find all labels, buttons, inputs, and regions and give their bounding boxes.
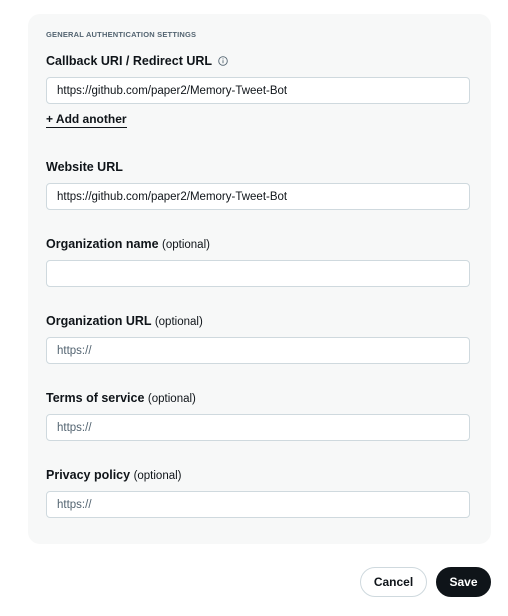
organization-name-input[interactable] [46,260,470,287]
callback-url-label-text: Callback URI / Redirect URL [46,54,213,68]
optional-tag: (optional) [147,393,196,405]
save-button[interactable]: Save [436,567,491,597]
cancel-button[interactable]: Cancel [360,567,427,597]
info-circle-icon[interactable] [218,55,228,66]
optional-tag: (optional) [162,239,210,251]
organization-name-label: Organization name (optional) [46,237,210,251]
website-url-input[interactable] [46,183,470,210]
callback-url-label: Callback URI / Redirect URL [46,54,228,68]
terms-of-service-label-text: Terms of service [46,391,145,405]
callback-url-input[interactable] [46,77,470,104]
optional-tag: (optional) [133,470,182,482]
section-title: GENERAL AUTHENTICATION SETTINGS [46,30,197,39]
organization-url-input[interactable] [46,337,470,364]
privacy-policy-label-text: Privacy policy [46,468,131,482]
terms-of-service-input[interactable] [46,414,470,441]
organization-name-label-text: Organization name [46,237,159,251]
add-another-link[interactable]: + Add another [46,112,127,128]
privacy-policy-label: Privacy policy (optional) [46,468,182,482]
website-url-label: Website URL [46,160,123,174]
privacy-policy-input[interactable] [46,491,470,518]
terms-of-service-label: Terms of service (optional) [46,391,196,405]
optional-tag: (optional) [154,316,203,328]
organization-url-label: Organization URL (optional) [46,314,203,328]
organization-url-label-text: Organization URL [46,314,152,328]
